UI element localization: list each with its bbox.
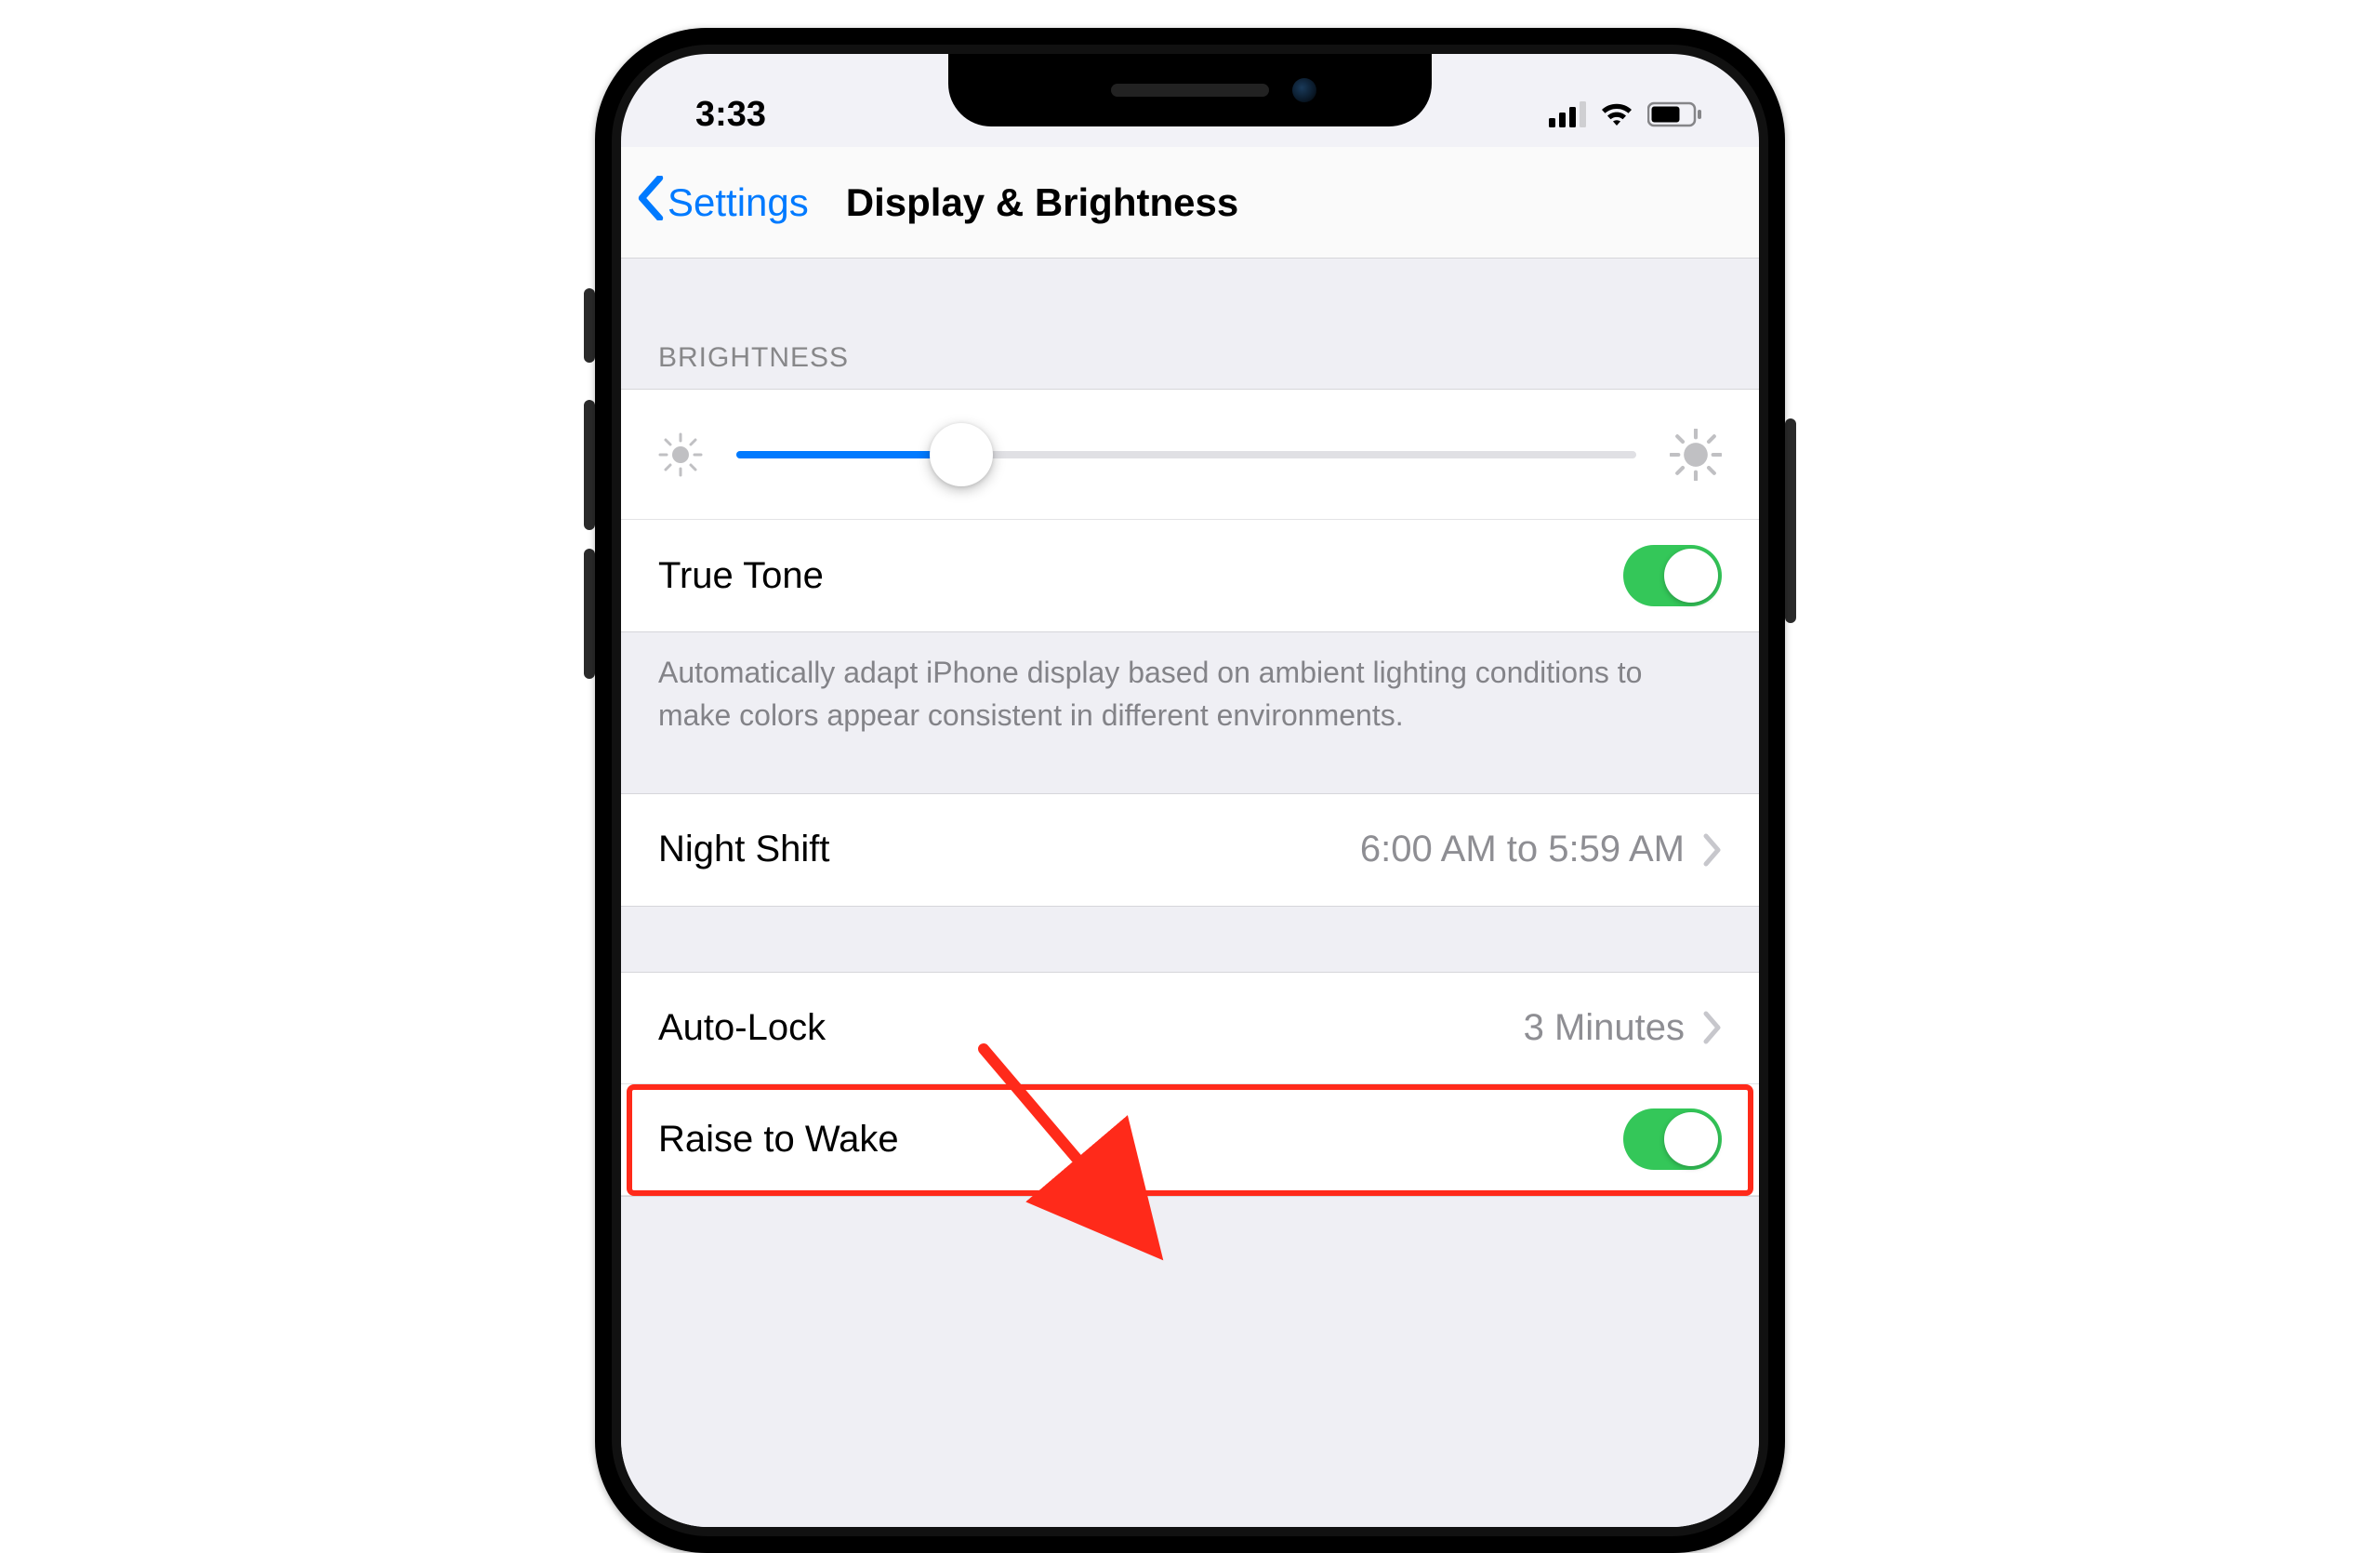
nav-header: Settings Display & Brightness [621, 147, 1759, 259]
phone-wrap: 3:33 [595, 28, 1785, 1553]
toggle-knob [1664, 1112, 1718, 1166]
auto-lock-row[interactable]: Auto-Lock 3 Minutes [621, 973, 1759, 1084]
back-button[interactable]: Settings [636, 176, 809, 230]
chevron-left-icon [636, 176, 666, 230]
volume-up-button[interactable] [584, 400, 595, 530]
content: BRIGHTNESS [621, 259, 1759, 1527]
speaker-grille [1111, 84, 1269, 97]
raise-to-wake-toggle[interactable] [1623, 1108, 1722, 1170]
notch [948, 54, 1432, 126]
phone-body: 3:33 [595, 28, 1785, 1553]
sun-large-icon [1670, 429, 1722, 481]
volume-down-button[interactable] [584, 549, 595, 679]
brightness-slider-fill [736, 451, 961, 458]
night-shift-group: Night Shift 6:00 AM to 5:59 AM [621, 793, 1759, 907]
chevron-right-icon [1703, 833, 1722, 867]
chevron-right-icon [1703, 1011, 1722, 1044]
night-shift-value: 6:00 AM to 5:59 AM [1360, 829, 1685, 870]
screen: 3:33 [621, 54, 1759, 1527]
night-shift-label: Night Shift [658, 829, 1360, 870]
brightness-slider-row [621, 390, 1759, 520]
status-time: 3:33 [695, 95, 766, 135]
true-tone-row: True Tone [621, 520, 1759, 631]
raise-to-wake-label: Raise to Wake [658, 1119, 1623, 1161]
night-shift-row[interactable]: Night Shift 6:00 AM to 5:59 AM [621, 794, 1759, 906]
raise-to-wake-row: Raise to Wake [621, 1084, 1759, 1196]
brightness-group: True Tone [621, 389, 1759, 632]
sun-small-icon [658, 432, 703, 477]
auto-lock-label: Auto-Lock [658, 1007, 1524, 1049]
brightness-slider[interactable] [736, 451, 1636, 458]
nav-title: Display & Brightness [846, 180, 1238, 225]
brightness-section-header: BRIGHTNESS [621, 259, 1759, 389]
auto-lock-value: 3 Minutes [1524, 1007, 1685, 1049]
back-label: Settings [668, 180, 809, 225]
brightness-slider-thumb[interactable] [930, 423, 993, 486]
true-tone-label: True Tone [658, 555, 1623, 597]
wifi-icon [1599, 101, 1634, 127]
battery-icon [1647, 101, 1703, 127]
status-icons [1549, 101, 1703, 127]
toggle-knob [1664, 549, 1718, 603]
mute-switch[interactable] [584, 288, 595, 363]
wake-group: Auto-Lock 3 Minutes Raise to Wake [621, 972, 1759, 1197]
phone-inner-border: 3:33 [612, 45, 1768, 1536]
cellular-signal-icon [1549, 101, 1586, 127]
power-button[interactable] [1785, 418, 1796, 623]
true-tone-footer: Automatically adapt iPhone display based… [621, 632, 1759, 793]
true-tone-toggle[interactable] [1623, 545, 1722, 606]
front-camera [1292, 78, 1316, 102]
